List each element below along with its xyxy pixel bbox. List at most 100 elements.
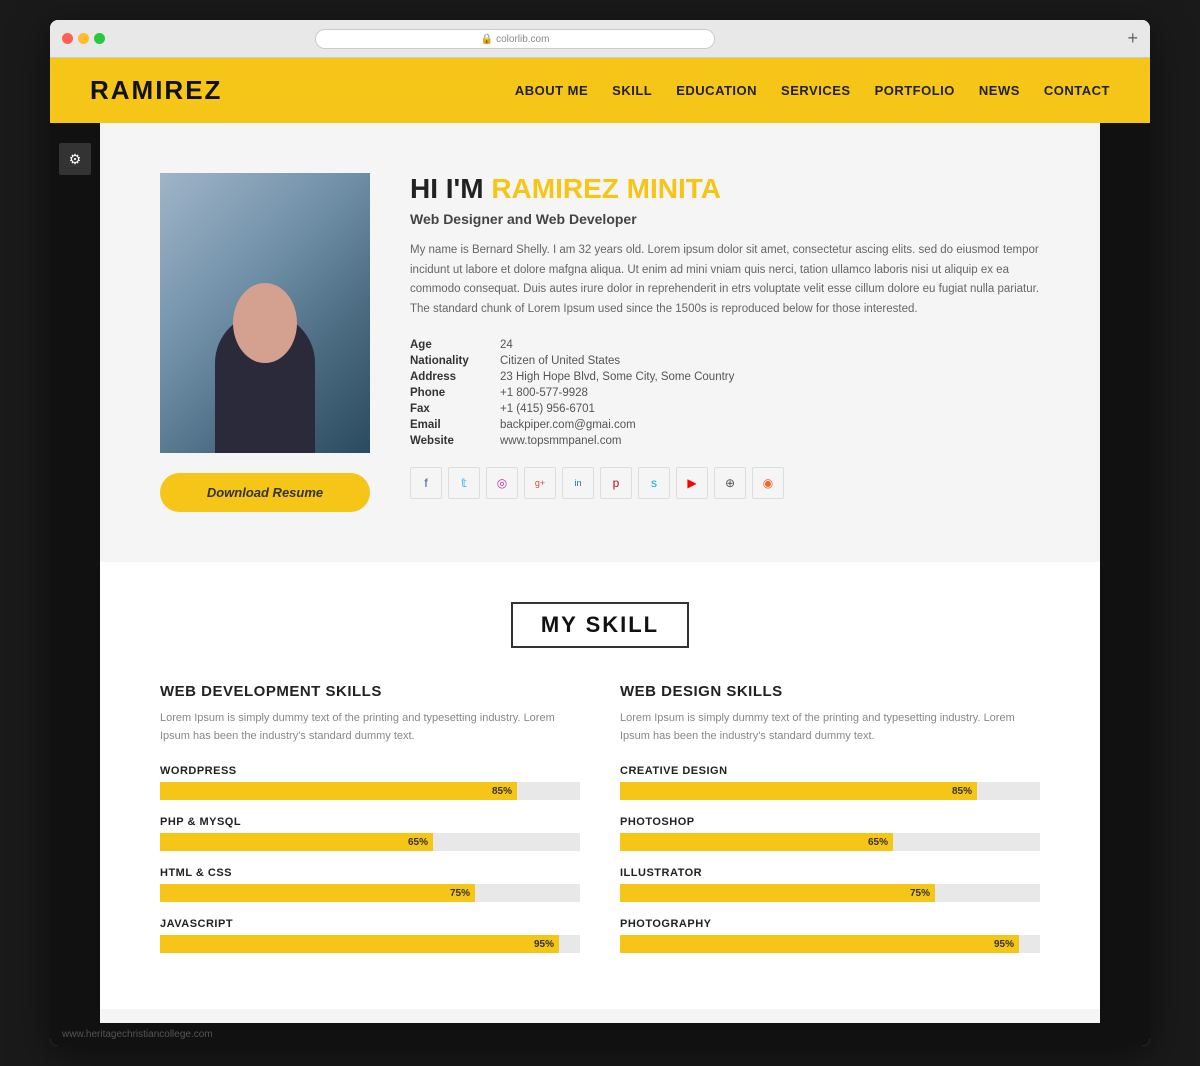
pinterest-icon[interactable]: p — [600, 467, 632, 499]
site-nav: ABOUT ME SKILL EDUCATION SERVICES PORTFO… — [515, 83, 1110, 98]
skill-label-photography: PHOTOGRAPHY — [620, 918, 1040, 930]
skills-grid: WEB DEVELOPMENT SKILLS Lorem Ipsum is si… — [160, 683, 1040, 969]
skill-label-php: PHP & MYSQL — [160, 816, 580, 828]
skills-section: MY SKILL WEB DEVELOPMENT SKILLS Lorem Ip… — [100, 562, 1100, 1009]
about-right: HI I'M RAMIREZ MINITA Web Designer and W… — [410, 173, 1040, 512]
download-resume-button[interactable]: Download Resume — [160, 473, 370, 512]
rss-icon[interactable]: ◉ — [752, 467, 784, 499]
info-value-email: backpiper.com@gmai.com — [500, 417, 1040, 433]
info-value-address: 23 High Hope Blvd, Some City, Some Count… — [500, 369, 1040, 385]
social-icons: f 𝕥 ◎ g+ in p s ▶ ⊕ ◉ — [410, 467, 1040, 499]
info-row-email: Email backpiper.com@gmai.com — [410, 417, 1040, 433]
google-plus-icon[interactable]: g+ — [524, 467, 556, 499]
footer-bar: www.heritagechristiancollege.com — [50, 1023, 1150, 1046]
info-label-fax: Fax — [410, 401, 500, 417]
skill-illustrator: ILLUSTRATOR 75% — [620, 867, 1040, 902]
hello-title: HI I'M RAMIREZ MINITA — [410, 173, 1040, 205]
info-row-address: Address 23 High Hope Blvd, Some City, So… — [410, 369, 1040, 385]
url-bar[interactable]: 🔒 colorlib.com — [315, 29, 715, 49]
skill-label-wordpress: WORDPRESS — [160, 765, 580, 777]
skill-bar-bg-illustrator: 75% — [620, 884, 1040, 902]
info-label-nationality: Nationality — [410, 353, 500, 369]
info-row-nationality: Nationality Citizen of United States — [410, 353, 1040, 369]
nav-education[interactable]: EDUCATION — [676, 83, 757, 98]
info-value-phone: +1 800-577-9928 — [500, 385, 1040, 401]
skill-bar-bg-creative: 85% — [620, 782, 1040, 800]
skype-icon[interactable]: s — [638, 467, 670, 499]
web-design-skills-title: WEB DESIGN SKILLS — [620, 683, 1040, 700]
info-value-website: www.topsmmpanel.com — [500, 433, 1040, 449]
skill-creative-design: CREATIVE DESIGN 85% — [620, 765, 1040, 800]
skill-bar-fill-js: 95% — [160, 935, 559, 953]
skill-php-mysql: PHP & MYSQL 65% — [160, 816, 580, 851]
youtube-icon[interactable]: ▶ — [676, 467, 708, 499]
browser-dots — [62, 33, 105, 44]
skills-section-title: MY SKILL — [511, 602, 689, 648]
skills-left-col: WEB DEVELOPMENT SKILLS Lorem Ipsum is si… — [160, 683, 580, 969]
minimize-dot[interactable] — [78, 33, 89, 44]
info-value-nationality: Citizen of United States — [500, 353, 1040, 369]
info-value-fax: +1 (415) 956-6701 — [500, 401, 1040, 417]
web-dev-skills-title: WEB DEVELOPMENT SKILLS — [160, 683, 580, 700]
job-title: Web Designer and Web Developer — [410, 211, 1040, 227]
site-logo: RAMIREZ — [90, 75, 222, 106]
skill-javascript: JAVASCRIPT 95% — [160, 918, 580, 953]
nav-skill[interactable]: SKILL — [612, 83, 652, 98]
skill-wordpress: WORDPRESS 85% — [160, 765, 580, 800]
new-tab-button[interactable]: + — [1127, 28, 1138, 49]
skill-pct-photoshop: 65% — [868, 837, 888, 848]
maximize-dot[interactable] — [94, 33, 105, 44]
nav-services[interactable]: SERVICES — [781, 83, 851, 98]
right-sidebar — [1100, 123, 1150, 1023]
skills-right-col: WEB DESIGN SKILLS Lorem Ipsum is simply … — [620, 683, 1040, 969]
info-label-phone: Phone — [410, 385, 500, 401]
skill-photoshop: PHOTOSHOP 65% — [620, 816, 1040, 851]
profile-photo — [160, 173, 370, 453]
skill-bar-fill-photoshop: 65% — [620, 833, 893, 851]
about-left: Download Resume — [160, 173, 370, 512]
skill-bar-bg-php: 65% — [160, 833, 580, 851]
skill-bar-fill-illustrator: 75% — [620, 884, 935, 902]
info-row-phone: Phone +1 800-577-9928 — [410, 385, 1040, 401]
skill-label-illustrator: ILLUSTRATOR — [620, 867, 1040, 879]
browser-chrome: 🔒 colorlib.com + — [50, 20, 1150, 58]
site-content: ⚙ Download Resume HI I'M RAMIREZ MINITA … — [50, 123, 1150, 1023]
skill-pct-php: 65% — [408, 837, 428, 848]
skill-bar-bg-photoshop: 65% — [620, 833, 1040, 851]
footer-text: www.heritagechristiancollege.com — [62, 1029, 213, 1040]
site-header: RAMIREZ ABOUT ME SKILL EDUCATION SERVICE… — [50, 58, 1150, 123]
facebook-icon[interactable]: f — [410, 467, 442, 499]
instagram-icon[interactable]: ◎ — [486, 467, 518, 499]
skill-bar-fill-wordpress: 85% — [160, 782, 517, 800]
info-row-fax: Fax +1 (415) 956-6701 — [410, 401, 1040, 417]
skill-bar-fill-html: 75% — [160, 884, 475, 902]
browser-window: 🔒 colorlib.com + RAMIREZ ABOUT ME SKILL … — [50, 20, 1150, 1046]
web-dev-skills-desc: Lorem Ipsum is simply dummy text of the … — [160, 710, 580, 745]
nav-contact[interactable]: CONTACT — [1044, 83, 1110, 98]
skill-bar-fill-creative: 85% — [620, 782, 977, 800]
info-label-address: Address — [410, 369, 500, 385]
skill-pct-wordpress: 85% — [492, 786, 512, 797]
skill-label-html: HTML & CSS — [160, 867, 580, 879]
twitter-icon[interactable]: 𝕥 — [448, 467, 480, 499]
info-label-website: Website — [410, 433, 500, 449]
bio-text: My name is Bernard Shelly. I am 32 years… — [410, 241, 1040, 319]
info-label-age: Age — [410, 337, 500, 353]
skill-label-js: JAVASCRIPT — [160, 918, 580, 930]
info-table: Age 24 Nationality Citizen of United Sta… — [410, 337, 1040, 449]
skill-bar-fill-photography: 95% — [620, 935, 1019, 953]
nav-about-me[interactable]: ABOUT ME — [515, 83, 588, 98]
skill-pct-photography: 95% — [994, 939, 1014, 950]
close-dot[interactable] — [62, 33, 73, 44]
nav-portfolio[interactable]: PORTFOLIO — [875, 83, 955, 98]
skill-pct-creative: 85% — [952, 786, 972, 797]
linkedin-icon[interactable]: in — [562, 467, 594, 499]
section-title-wrap: MY SKILL — [160, 602, 1040, 648]
skill-label-creative: CREATIVE DESIGN — [620, 765, 1040, 777]
skill-html-css: HTML & CSS 75% — [160, 867, 580, 902]
about-section: Download Resume HI I'M RAMIREZ MINITA We… — [100, 123, 1100, 562]
nav-news[interactable]: NEWS — [979, 83, 1020, 98]
main-area: Download Resume HI I'M RAMIREZ MINITA We… — [100, 123, 1100, 1023]
settings-button[interactable]: ⚙ — [59, 143, 91, 175]
web-icon[interactable]: ⊕ — [714, 467, 746, 499]
